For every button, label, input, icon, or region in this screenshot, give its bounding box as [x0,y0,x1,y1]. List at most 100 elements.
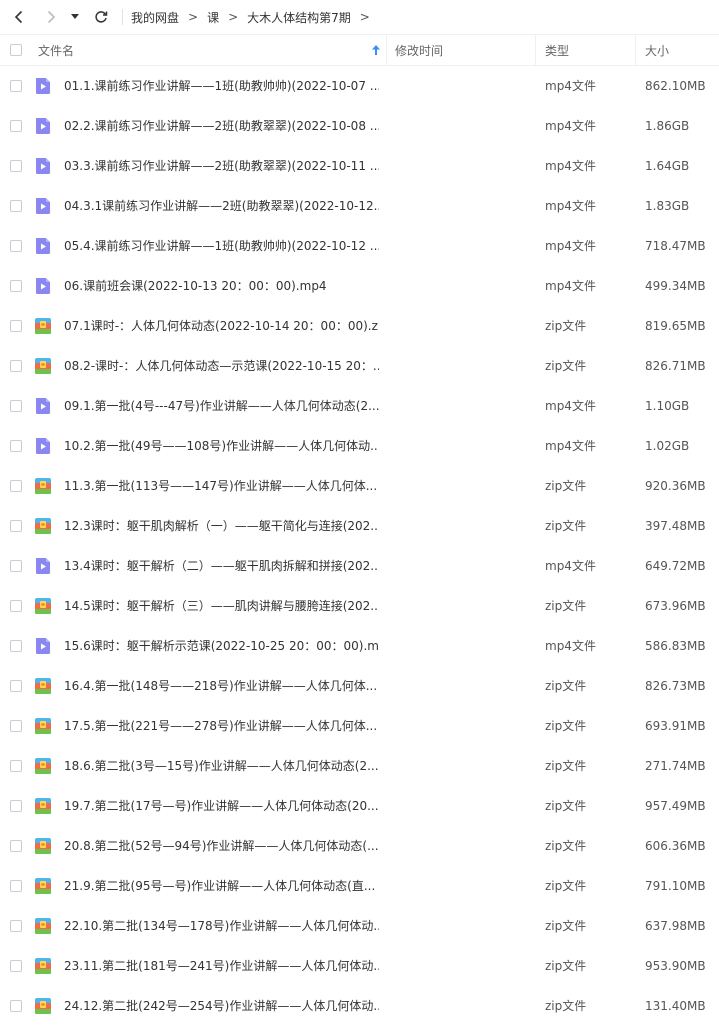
row-checkbox[interactable] [10,240,22,252]
file-name[interactable]: 11.3.第一批(113号——147号)作业讲解——人体几何体... [64,466,379,506]
file-row[interactable]: 21.9.第二批(95号—号)作业讲解——人体几何体动态(直... zip文件 79… [0,866,719,906]
file-type: zip文件 [545,359,587,373]
file-name[interactable]: 14.5课时：躯干解析（三）——肌肉讲解与腰胯连接(202... [64,586,379,626]
row-checkbox[interactable] [10,920,22,932]
file-row[interactable]: 06.课前班会课(2022-10-13 20：00：00).mp4 mp4文件 49… [0,266,719,306]
row-checkbox[interactable] [10,400,22,412]
history-dropdown-button[interactable] [68,6,82,28]
file-name[interactable]: 09.1.第一批(4号---47号)作业讲解——人体几何体动态(2... [64,386,379,426]
column-divider[interactable] [386,35,387,66]
file-row[interactable]: 05.4.课前练习作业讲解——1班(助教帅帅)(2022-10-12 ... mp… [0,226,719,266]
column-header-type[interactable]: 类型 [545,35,635,66]
row-checkbox[interactable] [10,720,22,732]
column-header-size[interactable]: 大小 [645,35,715,66]
file-row[interactable]: 13.4课时：躯干解析（二）——躯干肌肉拆解和拼接(202... mp4文件 649… [0,546,719,586]
zip-file-icon [35,918,51,934]
column-header-size-label: 大小 [645,44,670,58]
row-checkbox[interactable] [10,480,22,492]
file-row[interactable]: 22.10.第二批(134号—178号)作业讲解——人体几何体动... zip文件… [0,906,719,946]
file-name[interactable]: 21.9.第二批(95号—号)作业讲解——人体几何体动态(直... [64,866,379,906]
file-name[interactable]: 19.7.第二批(17号—号)作业讲解——人体几何体动态(20... [64,786,379,826]
file-row[interactable]: 15.6课时：躯干解析示范课(2022-10-25 20：00：00).m...… [0,626,719,666]
file-row[interactable]: 20.8.第二批(52号—94号)作业讲解——人体几何体动态(... zip文件 6… [0,826,719,866]
breadcrumb: 我的网盘 > 课 > 大木人体结构第7期 > [131,9,379,26]
file-type: zip文件 [545,919,587,933]
file-row[interactable]: 10.2.第一批(49号——108号)作业讲解——人体几何体动... mp4文件 1… [0,426,719,466]
column-divider[interactable] [535,35,536,66]
row-checkbox[interactable] [10,680,22,692]
file-type: zip文件 [545,799,587,813]
caret-down-icon [71,14,79,19]
file-name[interactable]: 10.2.第一批(49号——108号)作业讲解——人体几何体动... [64,426,379,466]
file-row[interactable]: 14.5课时：躯干解析（三）——肌肉讲解与腰胯连接(202... zip文件 673… [0,586,719,626]
forward-button[interactable] [40,6,62,28]
file-row[interactable]: 02.2.课前练习作业讲解——2班(助教翠翠)(2022-10-08 ... mp… [0,106,719,146]
breadcrumb-item-folder[interactable]: 课 [207,9,219,26]
column-header-modified[interactable]: 修改时间 [395,35,535,66]
file-row[interactable]: 12.3课时：躯干肌肉解析（一）——躯干简化与连接(202... zip文件 397… [0,506,719,546]
file-row[interactable]: 08.2-课时-：人体几何体动态—示范课(2022-10-15 20：... zi… [0,346,719,386]
file-name[interactable]: 06.课前班会课(2022-10-13 20：00：00).mp4 [64,266,379,306]
row-checkbox[interactable] [10,320,22,332]
row-checkbox[interactable] [10,960,22,972]
row-checkbox[interactable] [10,800,22,812]
row-checkbox[interactable] [10,200,22,212]
row-checkbox[interactable] [10,80,22,92]
file-row[interactable]: 04.3.1课前练习作业讲解——2班(助教翠翠)(2022-10-12... mp… [0,186,719,226]
file-name[interactable]: 07.1课时-：人体几何体动态(2022-10-14 20：00：00).zip [64,306,379,346]
file-name[interactable]: 02.2.课前练习作业讲解——2班(助教翠翠)(2022-10-08 ... [64,106,379,146]
select-all-checkbox[interactable] [10,44,22,56]
file-row[interactable]: 17.5.第一批(221号——278号)作业讲解——人体几何体... zip文件 6… [0,706,719,746]
breadcrumb-item-root[interactable]: 我的网盘 [131,9,179,26]
file-list-header: 文件名 修改时间 类型 大小 [0,34,719,66]
file-name[interactable]: 01.1.课前练习作业讲解——1班(助教帅帅)(2022-10-07 ... [64,66,379,106]
file-type: zip文件 [545,599,587,613]
file-name[interactable]: 03.3.课前练习作业讲解——2班(助教翠翠)(2022-10-11 ... [64,146,379,186]
row-checkbox[interactable] [10,360,22,372]
file-name[interactable]: 22.10.第二批(134号—178号)作业讲解——人体几何体动... [64,906,379,946]
file-name[interactable]: 23.11.第二批(181号—241号)作业讲解——人体几何体动... [64,946,379,986]
file-row[interactable]: 07.1课时-：人体几何体动态(2022-10-14 20：00：00).zip… [0,306,719,346]
file-type: mp4文件 [545,639,596,653]
file-name[interactable]: 16.4.第一批(148号——218号)作业讲解——人体几何体... [64,666,379,706]
row-checkbox[interactable] [10,560,22,572]
file-row[interactable]: 19.7.第二批(17号—号)作业讲解——人体几何体动态(20... zip文件 9… [0,786,719,826]
file-name[interactable]: 13.4课时：躯干解析（二）——躯干肌肉拆解和拼接(202... [64,546,379,586]
file-name[interactable]: 12.3课时：躯干肌肉解析（一）——躯干简化与连接(202... [64,506,379,546]
file-name[interactable]: 08.2-课时-：人体几何体动态—示范课(2022-10-15 20：... [64,346,379,386]
row-checkbox[interactable] [10,440,22,452]
row-checkbox[interactable] [10,640,22,652]
column-header-name[interactable]: 文件名 [38,35,384,66]
file-type: mp4文件 [545,199,596,213]
file-name[interactable]: 17.5.第一批(221号——278号)作业讲解——人体几何体... [64,706,379,746]
file-row[interactable]: 03.3.课前练习作业讲解——2班(助教翠翠)(2022-10-11 ... mp… [0,146,719,186]
file-name[interactable]: 20.8.第二批(52号—94号)作业讲解——人体几何体动态(... [64,826,379,866]
file-row[interactable]: 23.11.第二批(181号—241号)作业讲解——人体几何体动... zip文件… [0,946,719,986]
file-name[interactable]: 04.3.1课前练习作业讲解——2班(助教翠翠)(2022-10-12... [64,186,379,226]
row-checkbox[interactable] [10,520,22,532]
row-checkbox[interactable] [10,1000,22,1012]
file-row[interactable]: 11.3.第一批(113号——147号)作业讲解——人体几何体... zip文件 9… [0,466,719,506]
file-row[interactable]: 09.1.第一批(4号---47号)作业讲解——人体几何体动态(2... mp4文… [0,386,719,426]
file-row[interactable]: 24.12.第二批(242号—254号)作业讲解——人体几何体动... zip文件… [0,986,719,1026]
file-name[interactable]: 05.4.课前练习作业讲解——1班(助教帅帅)(2022-10-12 ... [64,226,379,266]
file-name[interactable]: 15.6课时：躯干解析示范课(2022-10-25 20：00：00).m... [64,626,379,666]
row-checkbox[interactable] [10,600,22,612]
column-divider[interactable] [635,35,636,66]
refresh-button[interactable] [90,6,112,28]
breadcrumb-item-current[interactable]: 大木人体结构第7期 [247,9,351,26]
row-checkbox[interactable] [10,280,22,292]
row-checkbox[interactable] [10,760,22,772]
row-checkbox[interactable] [10,120,22,132]
row-checkbox[interactable] [10,840,22,852]
back-button[interactable] [8,6,30,28]
file-row[interactable]: 16.4.第一批(148号——218号)作业讲解——人体几何体... zip文件 8… [0,666,719,706]
file-type: zip文件 [545,519,587,533]
file-row[interactable]: 18.6.第二批(3号—15号)作业讲解——人体几何体动态(2... zip文件 2… [0,746,719,786]
video-file-icon [36,78,50,94]
row-checkbox[interactable] [10,160,22,172]
file-name[interactable]: 18.6.第二批(3号—15号)作业讲解——人体几何体动态(2... [64,746,379,786]
row-checkbox[interactable] [10,880,22,892]
file-name[interactable]: 24.12.第二批(242号—254号)作业讲解——人体几何体动... [64,986,379,1026]
file-row[interactable]: 01.1.课前练习作业讲解——1班(助教帅帅)(2022-10-07 ... mp… [0,66,719,106]
